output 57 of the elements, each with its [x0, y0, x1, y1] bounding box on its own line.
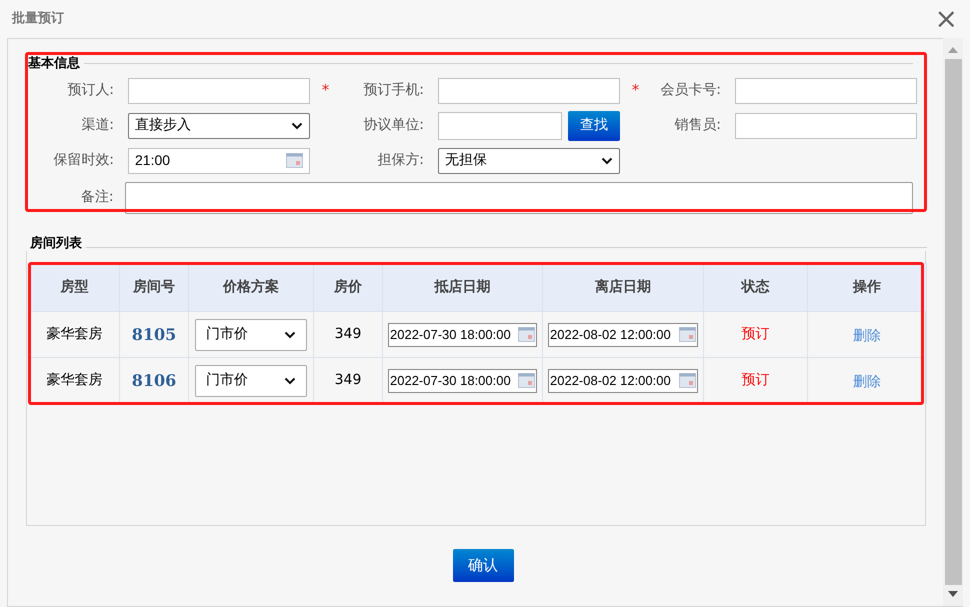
field-label: 预订手机:	[362, 81, 425, 100]
calendar-icon[interactable]	[518, 327, 535, 342]
table-cell: 豪华套房	[30, 312, 120, 358]
calendar-icon[interactable]	[286, 153, 303, 168]
table-cell: 349	[314, 312, 382, 358]
date-field[interactable]: 2022-07-30 18:00:00	[388, 322, 537, 346]
price-plan-dropdown[interactable]: 门市价	[195, 318, 307, 350]
field-label: 备注:	[80, 188, 115, 207]
chevron-down-icon	[601, 156, 613, 164]
remark-field[interactable]	[124, 182, 913, 214]
scrollbar-thumb[interactable]	[944, 59, 962, 585]
required-mark: *	[322, 80, 330, 102]
text-field[interactable]	[735, 78, 917, 104]
dropdown[interactable]: 直接步入	[128, 112, 310, 138]
column-header: 离店日期	[542, 264, 704, 312]
chevron-down-icon	[284, 376, 296, 384]
field-label: 预订人:	[66, 81, 115, 100]
scrollbar[interactable]	[943, 38, 963, 607]
calendar-icon[interactable]	[518, 373, 535, 388]
room-number: 8105	[120, 312, 188, 358]
close-button[interactable]: ×	[930, 5, 962, 33]
field-label: 销售员:	[673, 116, 722, 135]
field-label: 保留时效:	[52, 151, 115, 170]
text-field[interactable]	[438, 78, 620, 104]
chevron-down-icon	[284, 330, 296, 338]
section-legend: 房间列表	[30, 234, 82, 254]
chevron-down-icon	[291, 122, 303, 130]
window-title: 批量预订	[12, 10, 64, 28]
field-label: 担保方:	[376, 151, 425, 170]
dropdown[interactable]: 无担保	[438, 148, 620, 174]
column-header: 抵店日期	[382, 264, 542, 312]
scroll-down-icon[interactable]	[948, 591, 958, 597]
time-field[interactable]: 21:00	[128, 148, 310, 174]
date-field[interactable]: 2022-07-30 18:00:00	[388, 368, 537, 392]
field-label: 会员卡号:	[659, 81, 722, 100]
date-field[interactable]: 2022-08-02 12:00:00	[548, 368, 698, 392]
text-field[interactable]	[735, 112, 917, 138]
date-field[interactable]: 2022-08-02 12:00:00	[548, 322, 698, 346]
text-field[interactable]	[438, 112, 562, 140]
calendar-icon[interactable]	[679, 327, 696, 342]
column-header: 房间号	[120, 264, 188, 312]
column-header: 操作	[808, 264, 926, 312]
required-mark: *	[632, 80, 640, 102]
calendar-icon[interactable]	[679, 373, 696, 388]
price-plan-dropdown[interactable]: 门市价	[195, 364, 307, 396]
section-legend: 基本信息	[28, 54, 80, 74]
column-header: 价格方案	[188, 264, 314, 312]
confirm-button[interactable]: 确认	[452, 549, 514, 582]
column-header: 房价	[314, 264, 382, 312]
scroll-up-icon[interactable]	[948, 47, 958, 53]
column-header: 状态	[704, 264, 808, 312]
text-field[interactable]	[128, 78, 310, 104]
search-button[interactable]: 查找	[568, 110, 620, 140]
field-label: 协议单位:	[362, 116, 425, 135]
field-label: 渠道:	[80, 116, 115, 135]
column-header: 房型	[30, 264, 120, 312]
status-text: 预订	[704, 312, 808, 358]
